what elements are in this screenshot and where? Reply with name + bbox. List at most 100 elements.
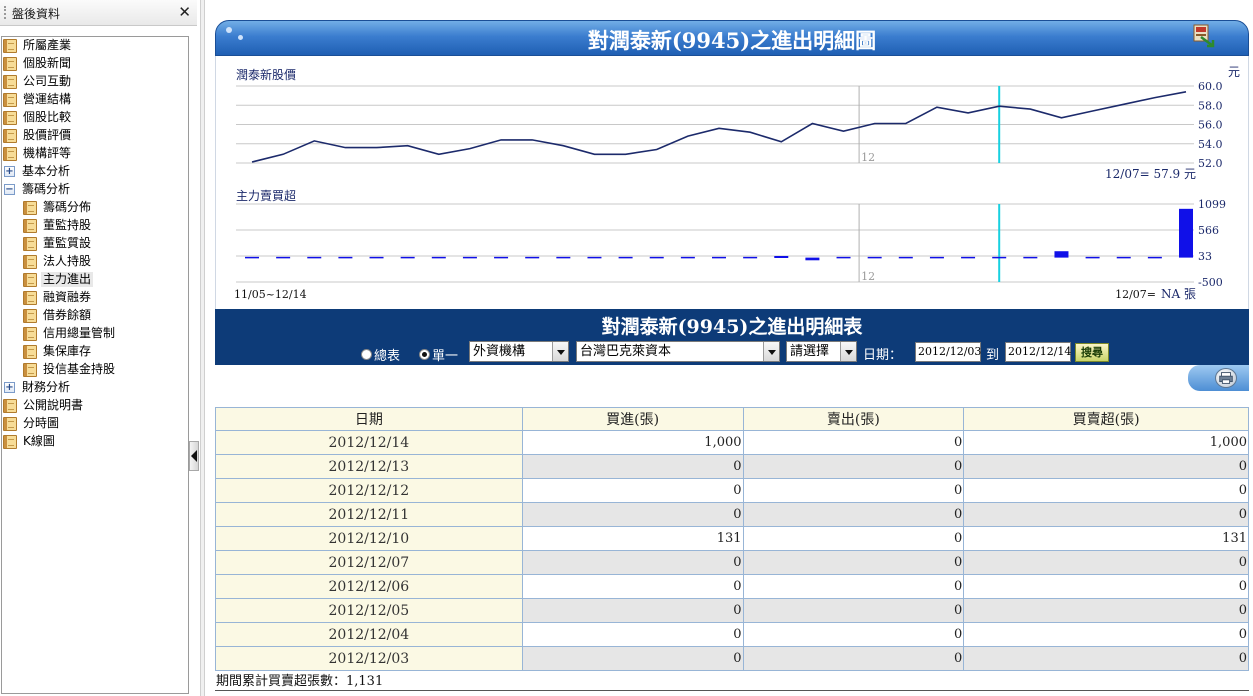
sidebar-item-label: 所屬產業 <box>23 38 72 52</box>
sidebar-item[interactable]: 個股比較 <box>3 109 73 126</box>
sidebar-item[interactable]: + 財務分析 <box>3 379 72 396</box>
expand-icon[interactable]: + <box>4 382 15 393</box>
close-icon[interactable]: ✕ <box>178 3 191 21</box>
table-row: 2012/12/14 1,000 0 1,000 <box>215 430 1249 455</box>
sidebar-item[interactable]: 公司互動 <box>3 73 73 90</box>
book-icon <box>3 146 17 161</box>
chevron-down-icon[interactable] <box>840 342 856 361</box>
sidebar-item[interactable]: 分時圖 <box>3 415 61 432</box>
chart-header: 對潤泰新(9945)之進出明細圖 <box>215 20 1249 56</box>
sidebar-item[interactable]: 董監持股 <box>23 217 93 234</box>
cell-date: 2012/12/14 <box>215 430 523 455</box>
chevron-down-icon[interactable] <box>763 342 779 361</box>
table-row: 2012/12/05 0 0 0 <box>215 598 1249 623</box>
radio-total-circle[interactable] <box>361 349 372 360</box>
sidebar-item-label: 借券餘額 <box>43 308 92 322</box>
sidebar-item-label: 分時圖 <box>23 416 60 430</box>
book-icon <box>23 290 37 305</box>
chevron-down-icon[interactable] <box>552 342 568 361</box>
chart-title: 對潤泰新(9945)之進出明細圖 <box>587 28 877 53</box>
sidebar-item[interactable]: 股價評價 <box>3 127 73 144</box>
sidebar-item[interactable]: + 基本分析 <box>3 163 72 180</box>
sidebar-item[interactable]: 機構評等 <box>3 145 73 162</box>
price-tick-label: 58.0 <box>1198 99 1223 112</box>
filter-bar: 總表 單一 外資機構 台灣巴克萊資本 請選擇 日期： 2012/12/03 到 … <box>215 340 1249 364</box>
price-readout: 12/07= 57.9 元 <box>1105 167 1196 181</box>
sidebar-item-label: 董監持股 <box>43 218 92 232</box>
sidebar-item[interactable]: 公開說明書 <box>3 397 85 414</box>
date-from-input[interactable]: 2012/12/03 <box>915 342 981 362</box>
cell-buy: 0 <box>521 598 744 623</box>
radio-single[interactable]: 單一 <box>419 345 458 364</box>
flow-tick-label: 33 <box>1198 250 1212 263</box>
table-header: 對潤泰新(9945)之進出明細表 總表 單一 外資機構 台灣巴克萊資本 請選擇 <box>215 309 1249 365</box>
category-select[interactable]: 外資機構 <box>469 341 569 362</box>
radio-total[interactable]: 總表 <box>361 345 400 364</box>
cell-buy: 1,000 <box>521 430 744 455</box>
collapse-sidebar-handle[interactable] <box>189 441 199 471</box>
flow-bar <box>1179 208 1193 258</box>
sidebar-item[interactable]: 所屬產業 <box>3 37 73 54</box>
export-excel-icon[interactable] <box>1193 24 1215 48</box>
flow-readout-date: 12/07= <box>1115 288 1156 301</box>
cell-sell: 0 <box>742 598 965 623</box>
cell-date: 2012/12/06 <box>215 574 523 599</box>
expand-icon[interactable]: + <box>4 166 15 177</box>
branch-select[interactable]: 請選擇 <box>786 341 857 362</box>
book-icon <box>3 92 17 107</box>
sidebar-item[interactable]: 借券餘額 <box>23 307 93 324</box>
table-row: 2012/12/12 0 0 0 <box>215 478 1249 503</box>
broker-select[interactable]: 台灣巴克萊資本 <box>576 341 780 362</box>
cell-buy: 0 <box>521 574 744 599</box>
col-header-sell: 賣出(張) <box>742 407 965 431</box>
sidebar-item[interactable]: K線圖 <box>3 433 57 450</box>
flow-chart-title: 主力賣買超 <box>236 188 296 203</box>
table-row: 2012/12/13 0 0 0 <box>215 454 1249 479</box>
cell-buy: 0 <box>521 550 744 575</box>
sidebar-item[interactable]: 董監質設 <box>23 235 93 252</box>
main-panel: 對潤泰新(9945)之進出明細圖 60.0 58.0 56.0 54.0 52.0 12 潤… <box>205 0 1253 696</box>
book-icon <box>3 416 17 431</box>
branch-select-value: 請選擇 <box>790 344 830 359</box>
cell-buy: 0 <box>521 502 744 527</box>
table-body: 2012/12/14 1,000 0 1,000 2012/12/13 0 0 0 2012/1… <box>215 430 1249 671</box>
radio-single-label: 單一 <box>432 349 459 364</box>
table-title: 對潤泰新(9945)之進出明細表 <box>601 316 863 338</box>
sidebar-item[interactable]: 信用總量管制 <box>23 325 117 342</box>
cell-buy: 0 <box>521 622 744 647</box>
col-header-buy: 買進(張) <box>521 407 744 431</box>
drag-grip-icon[interactable] <box>4 6 6 19</box>
sidebar-item[interactable]: 融資融券 <box>23 289 93 306</box>
sidebar-item[interactable]: − 籌碼分析 <box>3 181 72 198</box>
sidebar-item-label: 集保庫存 <box>43 344 92 358</box>
price-chart-title: 潤泰新股價 <box>236 67 296 82</box>
month-marker-label: 12 <box>861 270 875 283</box>
sidebar-item[interactable]: 籌碼分佈 <box>23 199 93 216</box>
collapse-icon[interactable]: − <box>4 184 15 195</box>
cell-date: 2012/12/13 <box>215 454 523 479</box>
sidebar: 盤後資料 ✕ 所屬產業 個股新聞 公司互動 營運結構 個股比較 股價評價 機構評等 + 基本分析… <box>0 0 200 696</box>
book-icon <box>23 236 37 251</box>
date-to-input[interactable]: 2012/12/14 <box>1005 342 1071 362</box>
search-button[interactable]: 搜尋 <box>1075 343 1109 362</box>
cell-sell: 0 <box>742 574 965 599</box>
sidebar-item[interactable]: 集保庫存 <box>23 343 93 360</box>
book-icon <box>23 344 37 359</box>
flow-bar <box>805 257 820 261</box>
sidebar-item[interactable]: 投信基金持股 <box>23 361 117 378</box>
data-table: 日期 買進(張) 賣出(張) 買賣超(張) 2012/12/14 1,000 0 1,… <box>215 407 1249 671</box>
sidebar-item[interactable]: 主力進出 <box>23 271 94 288</box>
print-icon[interactable] <box>1215 368 1237 388</box>
month-marker-label: 12 <box>861 151 875 164</box>
cell-sell: 0 <box>742 502 965 527</box>
sidebar-item[interactable]: 個股新聞 <box>3 55 73 72</box>
sidebar-item-label: 籌碼分佈 <box>43 200 92 214</box>
sidebar-item[interactable]: 法人持股 <box>23 253 93 270</box>
sidebar-item[interactable]: 營運結構 <box>3 91 73 108</box>
cell-net: 0 <box>963 574 1249 599</box>
cell-date: 2012/12/12 <box>215 478 523 503</box>
radio-single-circle[interactable] <box>419 349 430 360</box>
sidebar-item-label: 融資融券 <box>43 290 92 304</box>
book-icon <box>23 326 37 341</box>
table-row: 2012/12/06 0 0 0 <box>215 574 1249 599</box>
